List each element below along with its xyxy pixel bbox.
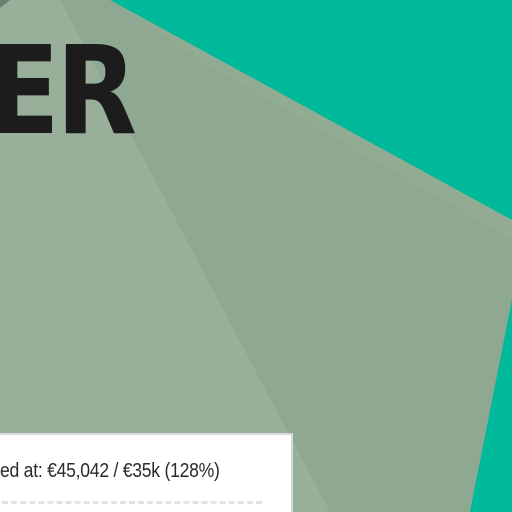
funding-panel: ed at: €45,042 / €35k (128%): [0, 433, 293, 512]
funding-label: ed at:: [0, 460, 48, 482]
banner-stage: ER ed at: €45,042 / €35k (128%): [0, 0, 512, 512]
funding-goal: €35k: [122, 460, 165, 482]
funding-progress-track: [2, 501, 262, 511]
funding-percent: (128%): [164, 460, 220, 482]
funding-raised: €45,042: [47, 460, 114, 482]
banner-headline: ER: [0, 20, 137, 162]
funding-stat-line: ed at: €45,042 / €35k (128%): [0, 459, 220, 483]
